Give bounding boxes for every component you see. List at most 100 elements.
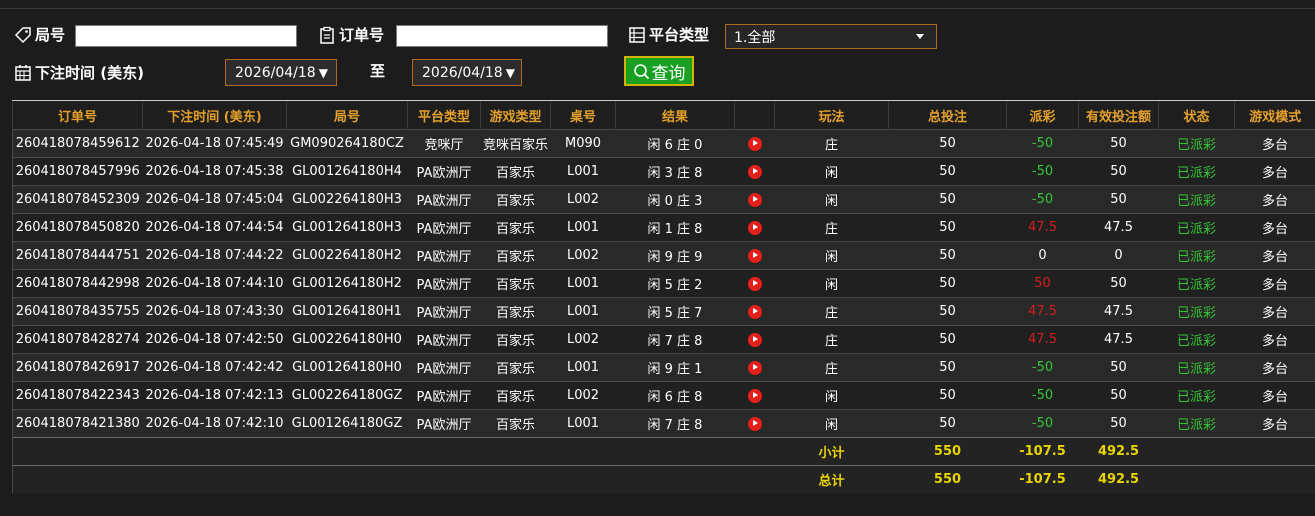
list-icon [629,26,645,43]
date-to-picker[interactable]: 2026/04/18 ▼ [412,59,522,86]
play-video-icon[interactable] [747,360,762,375]
table-row: 260418078457996 2026-04-18 07:45:38 GL0012… [12,157,1315,186]
date-from-picker[interactable]: 2026/04/18 ▼ [225,59,337,86]
cell-status: 已派彩 [1158,353,1235,382]
cell-valid-bet: 47.5 [1078,325,1159,354]
column-header-status: 状态 [1158,100,1235,130]
cell-table-no: L001 [550,269,616,298]
play-video-icon[interactable] [747,248,762,263]
cell-play-type: 闲 [774,409,889,438]
play-video-icon[interactable] [747,164,762,179]
cell-platform-type: PA欧洲厅 [407,409,481,438]
cell-valid-bet: 47.5 [1078,213,1159,242]
subtotal-label: 小计 [774,437,889,466]
play-video-icon[interactable] [747,220,762,235]
cell-total-bet: 50 [888,185,1007,214]
cell-round-no: GL001264180H0 [286,353,408,382]
cell-bet-time: 2026-04-18 07:45:38 [142,157,287,186]
cell-result: 闲 6 庄 0 [615,129,735,158]
cell-platform-type: PA欧洲厅 [407,297,481,326]
cell-table-no: L002 [550,185,616,214]
cell-result: 闲 9 庄 9 [615,241,735,270]
cell-game-type: 百家乐 [480,381,551,410]
cell-total-bet: 50 [888,157,1007,186]
cell-payout: -50 [1006,157,1079,186]
column-header-total-bet: 总投注 [888,100,1007,130]
cell-platform-type: PA欧洲厅 [407,353,481,382]
round-label: 局号 [14,24,65,45]
cell-total-bet: 50 [888,409,1007,438]
subtotal-spacer [12,437,775,466]
cell-game-mode: 多台 [1234,241,1315,270]
table-row: 260418078421380 2026-04-18 07:42:10 GL0012… [12,409,1315,438]
cell-game-type: 百家乐 [480,157,551,186]
cell-result: 闲 7 庄 8 [615,409,735,438]
cell-round-no: GL001264180H4 [286,157,408,186]
column-header-result: 结果 [615,100,735,130]
column-header-game-mode: 游戏模式 [1234,100,1315,130]
cell-replay [734,325,775,354]
total-spacer [12,465,775,493]
subtotal-tail [1158,437,1315,466]
cell-order-no: 260418078444751 [12,241,143,270]
bet-records-table: 订单号 下注时间 (美东) 局号 平台类型 游戏类型 桌号 结果 玩法 总投注 派彩 有效投注额 状态… [12,100,1315,493]
play-video-icon[interactable] [747,192,762,207]
triangle-down-icon: ▼ [318,65,328,80]
cell-valid-bet: 50 [1078,269,1159,298]
cell-valid-bet: 50 [1078,353,1159,382]
cell-status: 已派彩 [1158,381,1235,410]
triangle-down-icon: ▼ [505,65,515,80]
column-header-order-no: 订单号 [12,100,143,130]
subtotal-row: 小计 550 -107.5 492.5 [12,437,1315,466]
cell-bet-time: 2026-04-18 07:45:49 [142,129,287,158]
play-video-icon[interactable] [747,416,762,431]
column-header-payout: 派彩 [1006,100,1079,130]
cell-game-type: 百家乐 [480,213,551,242]
cell-game-mode: 多台 [1234,157,1315,186]
cell-total-bet: 50 [888,129,1007,158]
total-row: 总计 550 -107.5 492.5 [12,465,1315,493]
cell-status: 已派彩 [1158,185,1235,214]
cell-bet-time: 2026-04-18 07:44:10 [142,269,287,298]
cell-replay [734,297,775,326]
cell-table-no: L001 [550,157,616,186]
cell-payout: -50 [1006,353,1079,382]
cell-payout: -50 [1006,185,1079,214]
table-row: 260418078428274 2026-04-18 07:42:50 GL0022… [12,325,1315,354]
cell-payout: 47.5 [1006,297,1079,326]
total-valid-bet: 492.5 [1078,465,1159,493]
play-video-icon[interactable] [747,388,762,403]
play-video-icon[interactable] [747,332,762,347]
cell-game-mode: 多台 [1234,129,1315,158]
platform-select[interactable]: 1.全部 [725,24,937,49]
cell-bet-time: 2026-04-18 07:44:22 [142,241,287,270]
play-video-icon[interactable] [747,304,762,319]
column-header-replay [734,100,775,130]
table-row: 260418078435755 2026-04-18 07:43:30 GL0012… [12,297,1315,326]
cell-round-no: GL002264180H3 [286,185,408,214]
table-row: 260418078422343 2026-04-18 07:42:13 GL0022… [12,381,1315,410]
cell-play-type: 庄 [774,129,889,158]
cell-game-type: 百家乐 [480,353,551,382]
cell-table-no: L002 [550,241,616,270]
cell-order-no: 260418078457996 [12,157,143,186]
cell-replay [734,213,775,242]
cell-replay [734,185,775,214]
cell-valid-bet: 47.5 [1078,297,1159,326]
cell-order-no: 260418078450820 [12,213,143,242]
cell-total-bet: 50 [888,213,1007,242]
query-button[interactable]: 查询 [624,56,694,86]
cell-payout: 47.5 [1006,213,1079,242]
subtotal-payout: -107.5 [1006,437,1079,466]
round-input[interactable] [75,25,297,47]
cell-replay [734,241,775,270]
order-input[interactable] [396,25,608,47]
total-total-bet: 550 [888,465,1007,493]
cell-valid-bet: 50 [1078,157,1159,186]
play-video-icon[interactable] [747,136,762,151]
cell-order-no: 260418078452309 [12,185,143,214]
play-video-icon[interactable] [747,276,762,291]
column-header-table-no: 桌号 [550,100,616,130]
cell-bet-time: 2026-04-18 07:43:30 [142,297,287,326]
column-header-round-no: 局号 [286,100,408,130]
